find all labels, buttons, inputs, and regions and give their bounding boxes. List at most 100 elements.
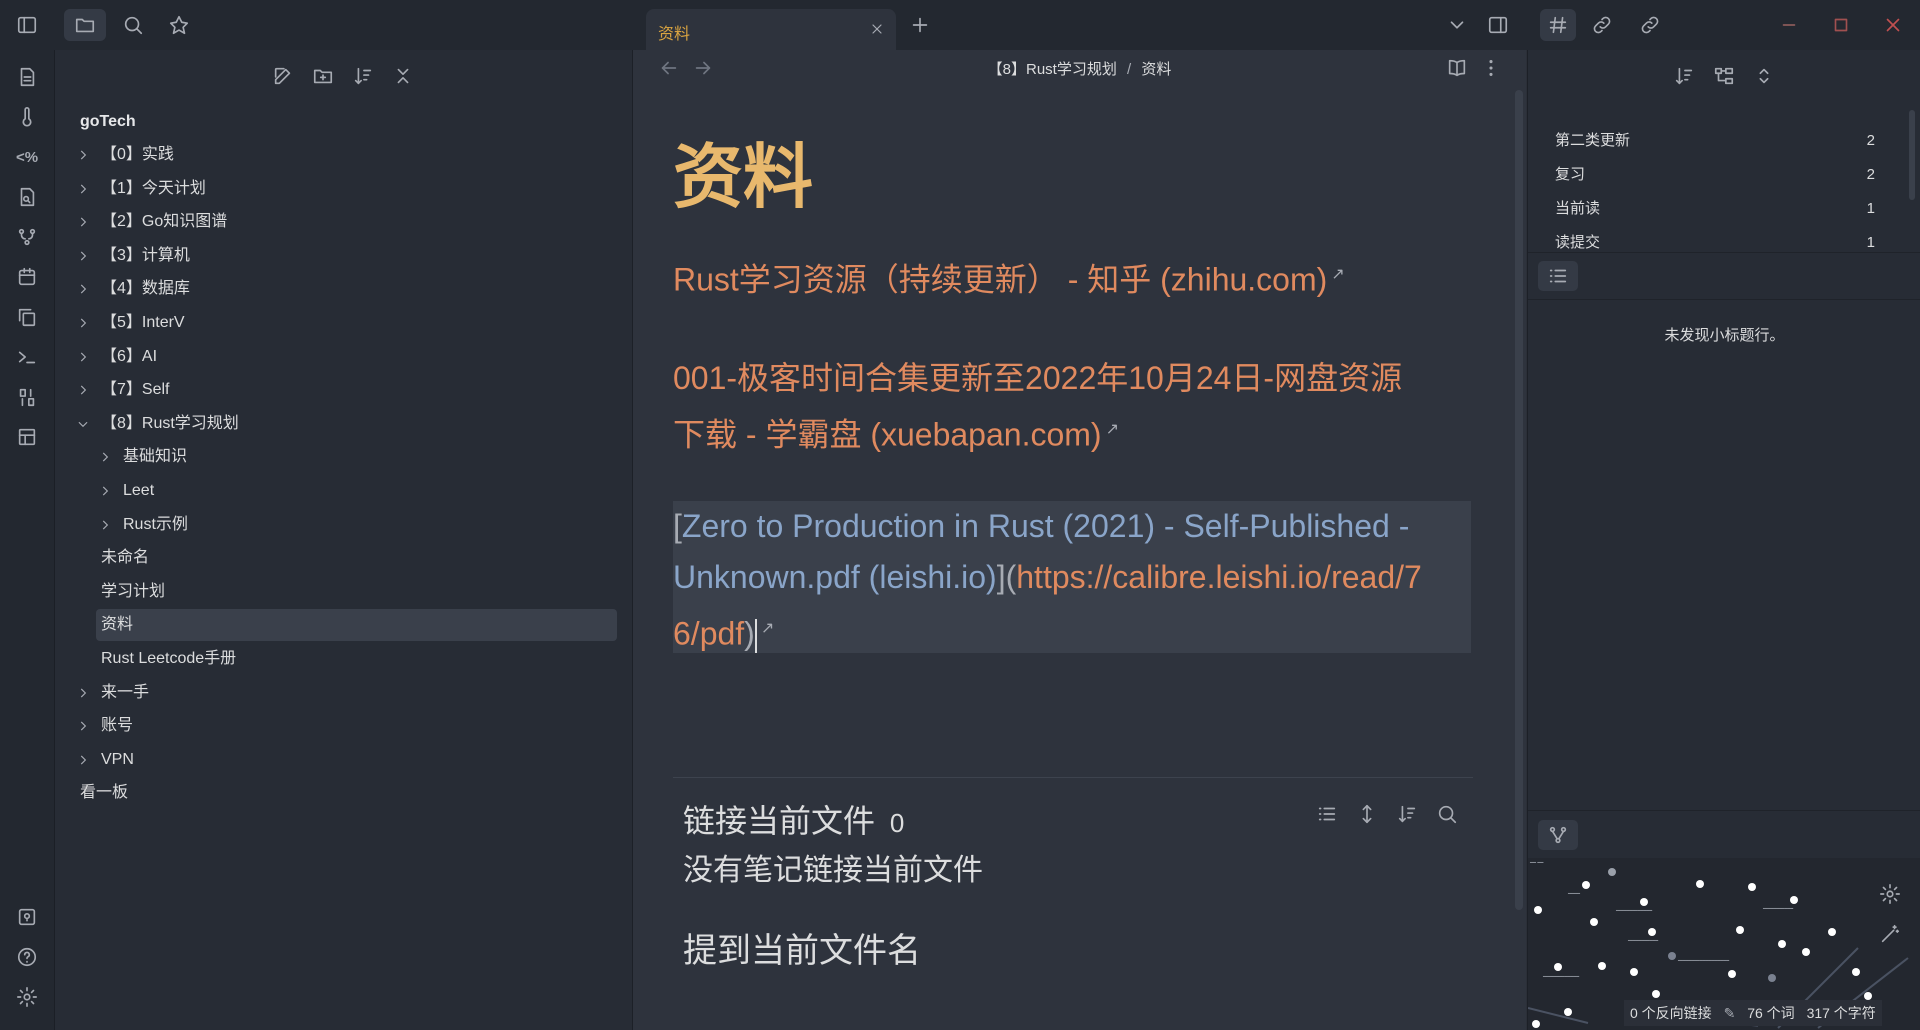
graph-node[interactable]	[1532, 1020, 1540, 1028]
chevron-right-icon[interactable]	[75, 273, 91, 305]
graph-view-icon[interactable]	[1538, 820, 1578, 850]
expand-icon[interactable]	[1752, 64, 1776, 88]
tree-folder[interactable]: 【3】计算机	[75, 240, 615, 272]
close-tab-icon[interactable]	[866, 18, 888, 40]
reading-view-icon[interactable]	[1445, 56, 1469, 80]
settings-icon[interactable]	[1878, 882, 1902, 906]
graph-node[interactable]	[1852, 968, 1860, 976]
link-in-icon[interactable]	[1638, 14, 1662, 36]
chevron-right-icon[interactable]	[75, 240, 91, 272]
tree-icon[interactable]	[1712, 64, 1736, 88]
file-icon[interactable]	[15, 65, 39, 89]
chevron-down-icon[interactable]	[75, 408, 91, 440]
scrollbar[interactable]	[1515, 90, 1523, 910]
tag-item[interactable]: 复习 2	[1555, 159, 1875, 191]
tree-file[interactable]: 看一板	[75, 777, 615, 809]
chevron-right-icon[interactable]	[97, 509, 113, 541]
tag-item[interactable]: 第二类更新 2	[1555, 125, 1875, 157]
graph-node[interactable]	[1828, 928, 1836, 936]
graph-node[interactable]	[1728, 970, 1736, 978]
graph-node[interactable]	[1564, 1008, 1572, 1016]
chevron-right-icon[interactable]	[75, 307, 91, 339]
tag-item[interactable]: 读提交 1	[1555, 227, 1875, 259]
edit-pencil-icon[interactable]: ✎	[1724, 1005, 1736, 1021]
tree-folder[interactable]: 【1】今天计划	[75, 173, 615, 205]
chevron-down-icon[interactable]	[1446, 14, 1468, 36]
tree-folder[interactable]: Rust示例	[75, 509, 615, 541]
graph-node[interactable]	[1648, 928, 1656, 936]
help-doc-icon[interactable]	[15, 905, 39, 929]
graph-node[interactable]	[1736, 926, 1744, 934]
breadcrumb-parent[interactable]: 【8】Rust学习规划	[988, 61, 1117, 78]
close-icon[interactable]	[1882, 14, 1904, 36]
tree-folder[interactable]: VPN	[75, 744, 615, 776]
branch-icon[interactable]	[15, 225, 39, 249]
calendar-icon[interactable]	[15, 265, 39, 289]
new-tab-icon[interactable]	[908, 14, 932, 36]
sort-icon[interactable]	[351, 64, 375, 88]
search-icon[interactable]	[1435, 802, 1459, 826]
graph-node[interactable]	[1640, 898, 1648, 906]
link-out-icon[interactable]	[1590, 14, 1614, 36]
chevron-right-icon[interactable]	[75, 710, 91, 742]
chevron-right-icon[interactable]	[97, 441, 113, 473]
minimize-icon[interactable]	[1778, 14, 1800, 36]
magic-wand-icon[interactable]	[1878, 922, 1902, 946]
breadcrumb-current[interactable]: 资料	[1141, 61, 1171, 78]
local-graph[interactable]: ━━ ━━ ━━━━ ━━━━━━━━━━━━ ━━━━━━━━━━ ━━━━━…	[1528, 858, 1920, 1030]
tree-folder[interactable]: 【0】实践	[75, 139, 615, 171]
graph-node[interactable]	[1598, 962, 1606, 970]
graph-node[interactable]	[1630, 968, 1638, 976]
chevron-right-icon[interactable]	[75, 744, 91, 776]
file-search-icon[interactable]	[15, 185, 39, 209]
status-backlinks[interactable]: 0 个反向链接	[1630, 1005, 1712, 1021]
tree-file[interactable]: 未命名	[75, 542, 615, 574]
graph-node[interactable]	[1790, 896, 1798, 904]
chevron-right-icon[interactable]	[75, 374, 91, 406]
sort-icon[interactable]	[1672, 64, 1696, 88]
chevron-right-icon[interactable]	[75, 173, 91, 205]
sidebar-toggle-icon[interactable]	[14, 14, 40, 36]
tab-active[interactable]: 资料	[646, 9, 896, 50]
list-view-icon[interactable]	[1315, 802, 1339, 826]
collapse-icon[interactable]	[391, 64, 415, 88]
star-icon[interactable]	[166, 14, 192, 36]
thermometer-icon[interactable]	[15, 105, 39, 129]
graph-node[interactable]	[1768, 974, 1776, 982]
hash-icon[interactable]	[1540, 9, 1576, 41]
md-link-url-line1[interactable]: https://calibre.leishi.io/read/7	[1016, 559, 1422, 595]
tree-folder[interactable]: 【6】AI	[75, 341, 615, 373]
graph-node[interactable]	[1668, 952, 1676, 960]
more-options-icon[interactable]	[1479, 56, 1503, 80]
markdown-link-source[interactable]: [Zero to Production in Rust (2021) - Sel…	[673, 501, 1473, 660]
graph-node[interactable]	[1652, 990, 1660, 998]
scrollbar[interactable]	[1909, 110, 1915, 200]
md-link-url-line2[interactable]: 6/pdf	[673, 616, 744, 652]
link-zhihu[interactable]: Rust学习资源（持续更新） - 知乎 (zhihu.com) ↗	[673, 252, 1345, 303]
binary-icon[interactable]	[15, 385, 39, 409]
graph-node[interactable]	[1608, 868, 1616, 876]
tree-folder[interactable]: 基础知识	[75, 441, 615, 473]
sort-icon[interactable]	[1395, 802, 1419, 826]
chevron-right-icon[interactable]	[75, 677, 91, 709]
tree-folder[interactable]: 【7】Self	[75, 374, 615, 406]
graph-node[interactable]	[1582, 881, 1590, 889]
graph-node[interactable]	[1696, 880, 1704, 888]
graph-node[interactable]	[1534, 906, 1542, 914]
terminal-icon[interactable]	[15, 345, 39, 369]
graph-node[interactable]	[1864, 992, 1872, 1000]
graph-node[interactable]	[1778, 940, 1786, 948]
chevron-right-icon[interactable]	[75, 341, 91, 373]
tree-file[interactable]: 资料	[96, 609, 617, 642]
new-folder-icon[interactable]	[311, 64, 335, 88]
table-icon[interactable]	[15, 425, 39, 449]
tree-file[interactable]: 学习计划	[75, 576, 615, 608]
chevron-right-icon[interactable]	[75, 139, 91, 171]
folder-icon[interactable]	[64, 9, 106, 41]
new-note-icon[interactable]	[271, 64, 295, 88]
graph-node[interactable]	[1802, 948, 1810, 956]
help-icon[interactable]	[15, 945, 39, 969]
split-view-icon[interactable]	[1486, 14, 1510, 36]
tree-folder[interactable]: 【2】Go知识图谱	[75, 206, 615, 238]
link-xuebapan-line1[interactable]: 001-极客时间合集更新至2022年10月24日-网盘资源	[673, 352, 1402, 404]
